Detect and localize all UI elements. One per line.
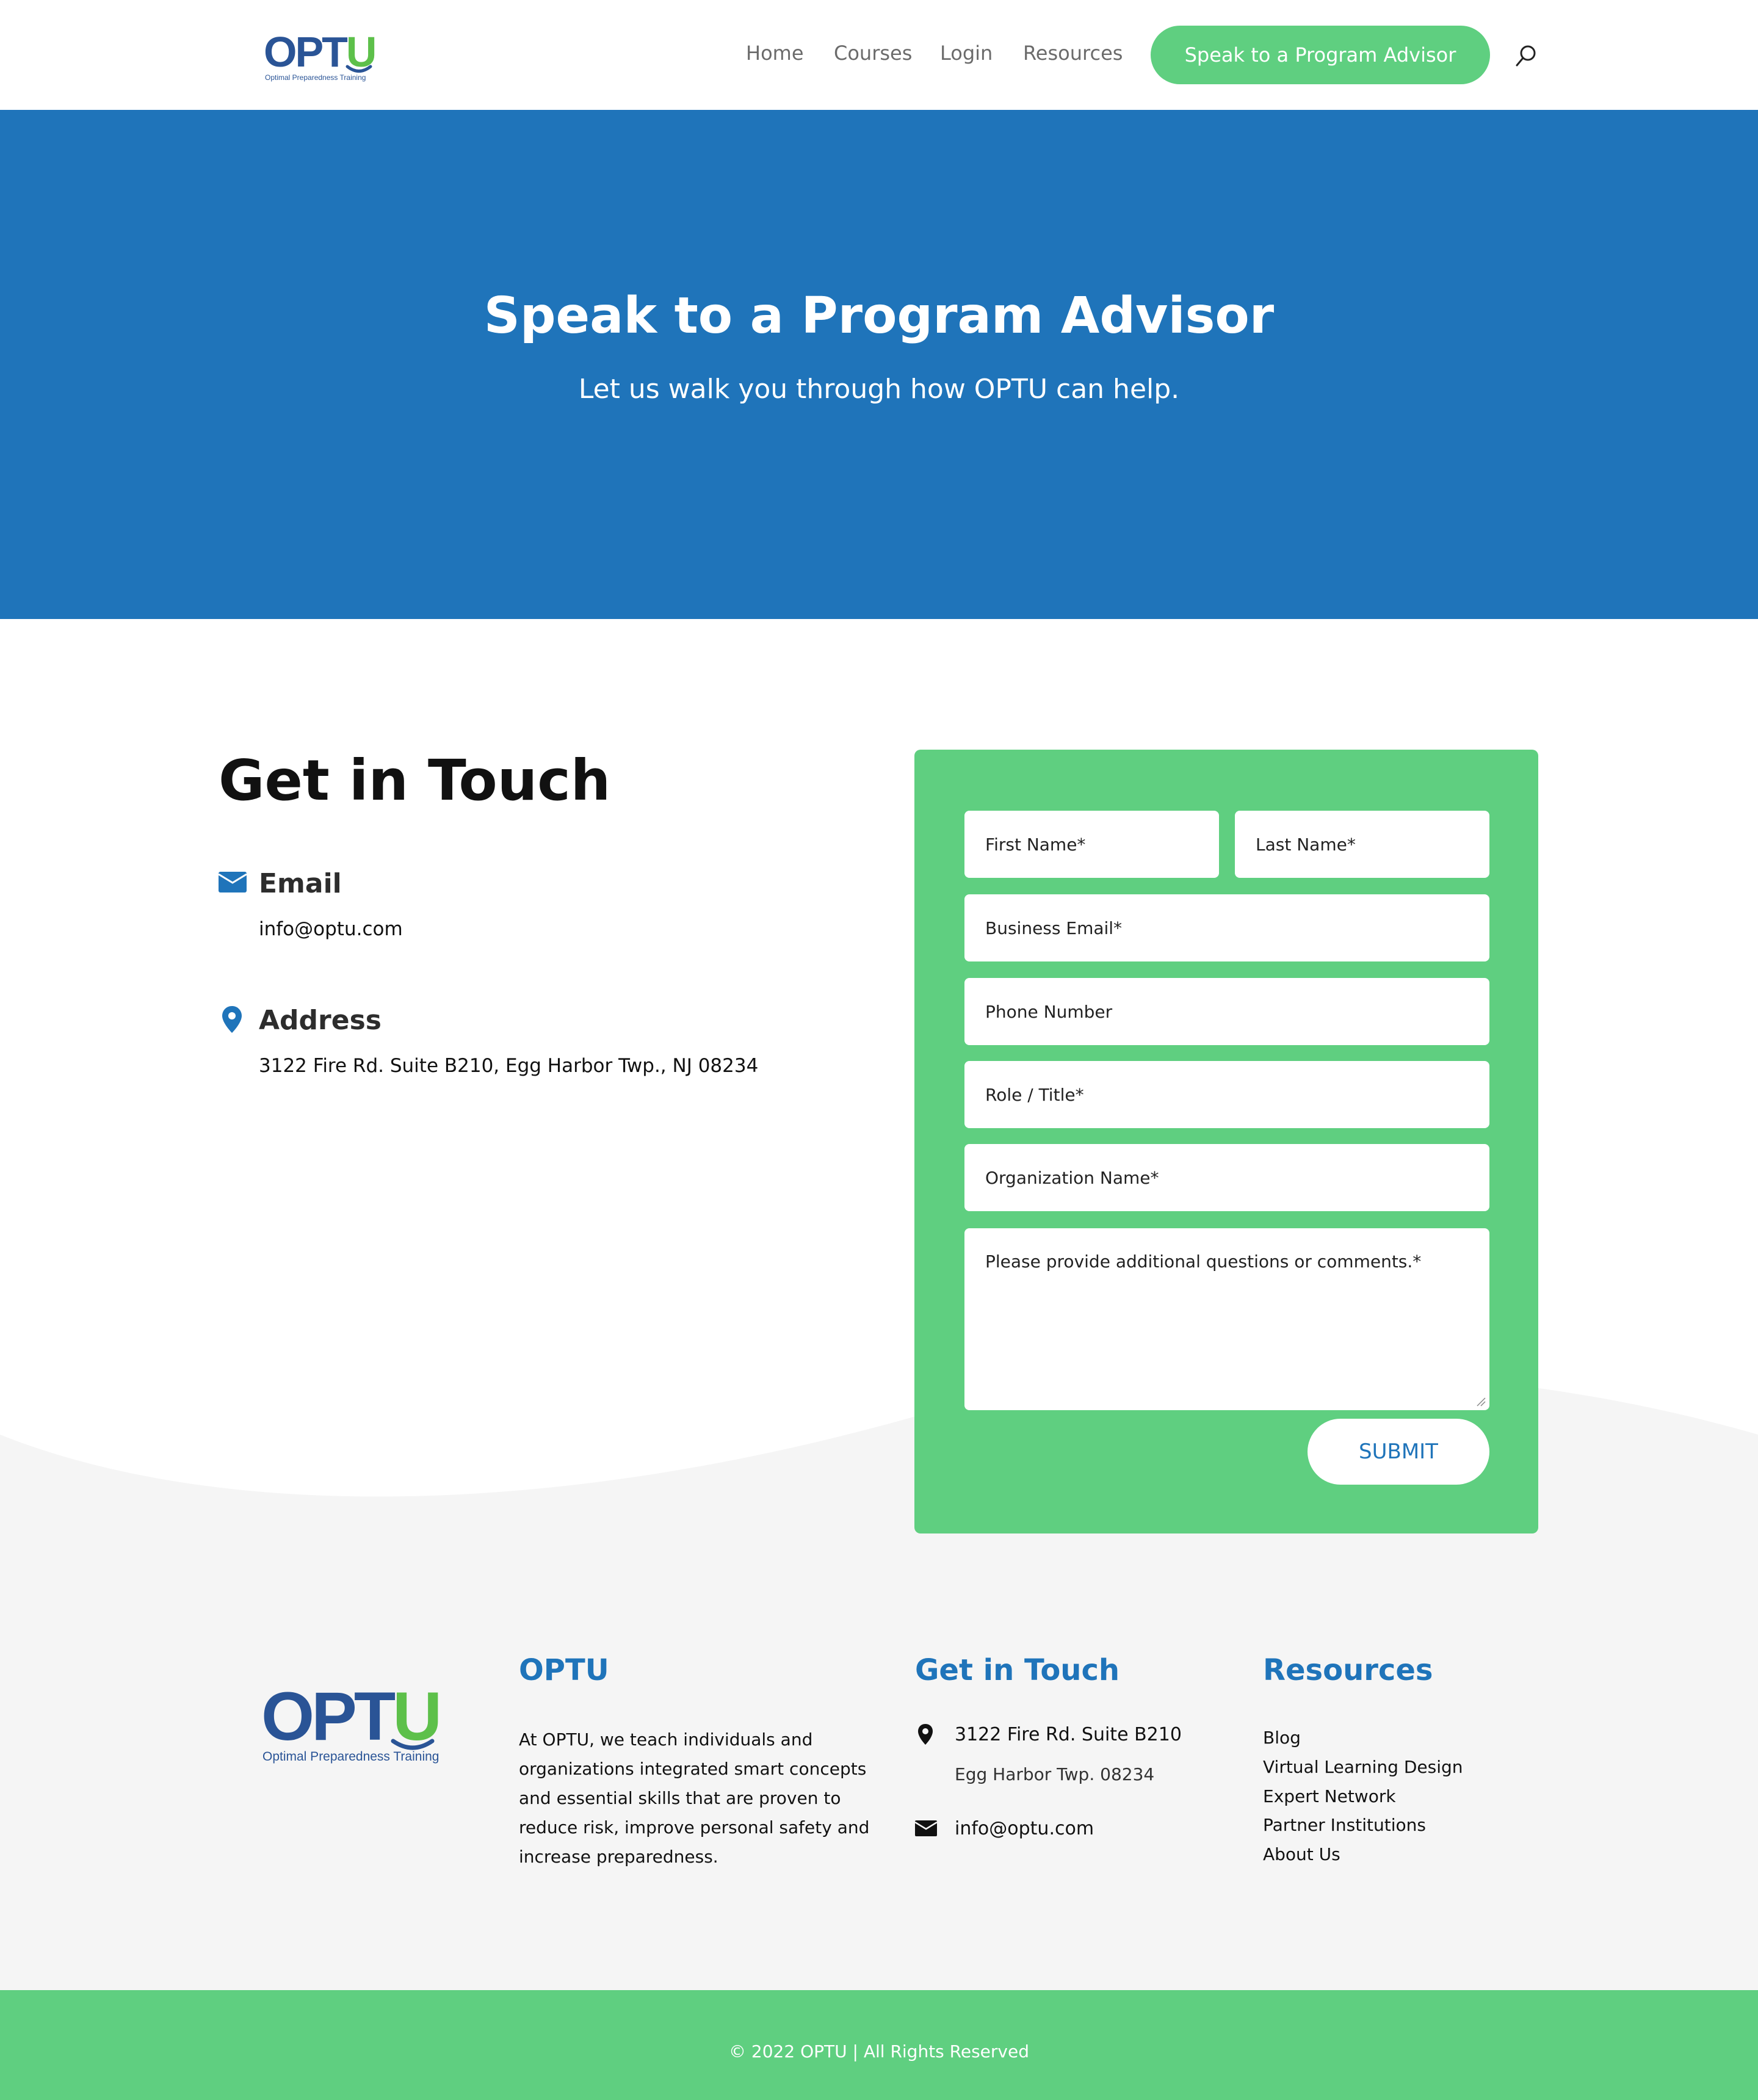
footer-link-about-us[interactable]: About Us — [1263, 1844, 1340, 1864]
first-name-field[interactable]: First Name* — [964, 811, 1219, 878]
nav-resources[interactable]: Resources — [1023, 42, 1123, 65]
hero-banner: Speak to a Program Advisor Let us walk y… — [0, 110, 1758, 619]
footer-resources-title: Resources — [1263, 1653, 1433, 1687]
footer-link-expert-network[interactable]: Expert Network — [1263, 1786, 1396, 1806]
search-icon[interactable] — [1514, 44, 1538, 68]
page-subtitle: Let us walk you through how OPTU can hel… — [578, 374, 1180, 405]
logo-tagline: Optimal Preparedness Training — [265, 73, 366, 82]
business-email-field[interactable]: Business Email* — [964, 894, 1489, 961]
footer-email[interactable]: info@optu.com — [955, 1818, 1094, 1839]
email-heading: Email — [259, 868, 342, 899]
comments-textarea[interactable]: Please provide additional questions or c… — [964, 1228, 1489, 1410]
footer-logo[interactable]: OPTU Optimal Preparedness Training — [261, 1682, 457, 1768]
resize-handle-icon[interactable] — [1476, 1397, 1486, 1407]
copyright-text: © 2022 OPTU | All Rights Reserved — [729, 2041, 1029, 2062]
footer-envelope-icon — [915, 1820, 937, 1836]
nav-login[interactable]: Login — [940, 42, 993, 65]
email-value[interactable]: info@optu.com — [259, 918, 403, 940]
comments-placeholder: Please provide additional questions or c… — [985, 1251, 1422, 1272]
organization-name-field[interactable]: Organization Name* — [964, 1144, 1489, 1211]
footer-link-partner-institutions[interactable]: Partner Institutions — [1263, 1815, 1426, 1835]
speak-to-advisor-button[interactable]: Speak to a Program Advisor — [1151, 26, 1490, 84]
submit-button[interactable]: SUBMIT — [1308, 1419, 1489, 1485]
footer-about-title: OPTU — [519, 1653, 609, 1687]
envelope-icon — [219, 872, 247, 892]
address-value: 3122 Fire Rd. Suite B210, Egg Harbor Twp… — [259, 1055, 759, 1077]
map-pin-icon — [222, 1006, 242, 1033]
footer-address-line1: 3122 Fire Rd. Suite B210 — [955, 1724, 1182, 1745]
footer-map-pin-icon — [918, 1724, 933, 1745]
footer-logo-tagline: Optimal Preparedness Training — [262, 1750, 440, 1764]
phone-number-field[interactable]: Phone Number — [964, 978, 1489, 1045]
footer-about-text: At OPTU, we teach individuals and organi… — [519, 1729, 870, 1867]
footer-contact-title: Get in Touch — [915, 1653, 1120, 1687]
role-title-field[interactable]: Role / Title* — [964, 1061, 1489, 1128]
page-title: Speak to a Program Advisor — [483, 287, 1275, 345]
site-header: OPTU Optimal Preparedness Training Home … — [0, 0, 1758, 110]
footer-link-blog[interactable]: Blog — [1263, 1728, 1301, 1748]
last-name-field[interactable]: Last Name* — [1235, 811, 1489, 878]
footer-link-virtual-learning-design[interactable]: Virtual Learning Design — [1263, 1757, 1463, 1777]
footer-address-line2: Egg Harbor Twp. 08234 — [955, 1764, 1155, 1784]
get-in-touch-heading: Get in Touch — [219, 748, 611, 813]
address-heading: Address — [259, 1005, 382, 1036]
nav-home[interactable]: Home — [746, 42, 804, 65]
nav-courses[interactable]: Courses — [834, 42, 912, 65]
optu-logo[interactable]: OPTU Optimal Preparedness Training — [264, 31, 386, 85]
